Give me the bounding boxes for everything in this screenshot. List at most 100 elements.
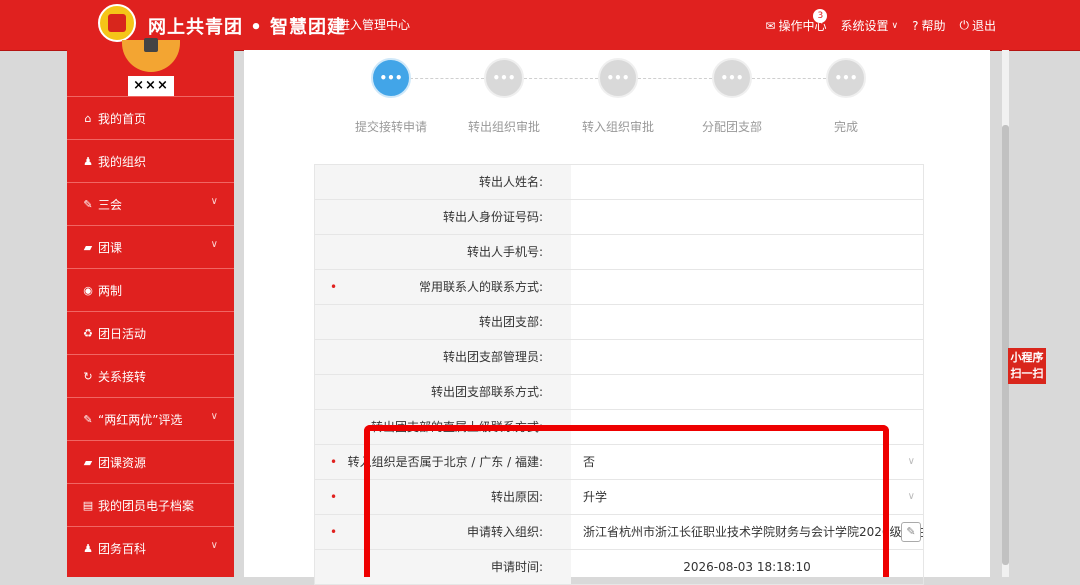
- step-connector: [638, 78, 712, 79]
- sidebar-item-label: 我的组织: [98, 154, 147, 169]
- edit-icon[interactable]: ✎: [901, 522, 921, 542]
- reason-select-value: 升学: [583, 490, 608, 504]
- step-4-label: 分配团支部: [701, 120, 762, 134]
- power-icon: ⏻: [959, 18, 969, 32]
- sidebar-item-relation-transfer[interactable]: ↻ 关系接转: [67, 354, 234, 397]
- target-org-field[interactable]: 浙江省杭州市浙江长征职业技术学院财务与会计学院2026级新生团 ✎: [571, 515, 923, 549]
- chevron-down-icon: ∨: [891, 20, 899, 31]
- target-org-value: 浙江省杭州市浙江长征职业技术学院财务与会计学院2026级新生团: [583, 525, 923, 539]
- required-marker: •: [330, 455, 338, 469]
- region-select-value: 否: [583, 455, 596, 469]
- form-row-id-number: 转出人身份证号码:: [315, 200, 923, 235]
- league-logo-icon[interactable]: [98, 4, 136, 42]
- chevron-down-icon: ∨: [210, 196, 218, 207]
- field-label: 转出团支部:: [315, 305, 571, 339]
- form-row-phone: 转出人手机号:: [315, 235, 923, 270]
- apply-time-value: 2026-08-03 18:18:10: [683, 560, 811, 574]
- step-5-label: 完成: [833, 120, 858, 134]
- edit-icon: ✎: [83, 197, 93, 211]
- sidebar: ××× ⌂ 我的首页 ♟ 我的组织 ✎ 三会 ∨ ▰ 团课 ∨ ◉ 两制 ♻ 团日活动 ↻ 关系接…: [67, 38, 234, 577]
- required-marker: •: [330, 490, 338, 504]
- logout-link[interactable]: ⏻ 退出: [959, 17, 996, 34]
- field-label: 转出团支部管理员:: [315, 340, 571, 374]
- help-label: 帮助: [921, 19, 946, 33]
- sidebar-item-my-org[interactable]: ♟ 我的组织: [67, 139, 234, 182]
- scrollbar-thumb[interactable]: [1002, 125, 1009, 565]
- transfer-form: 转出人姓名: 转出人身份证号码: 转出人手机号: • 常用联系人的联系方式: 转出…: [314, 164, 924, 585]
- chevron-down-icon: ∨: [210, 411, 218, 422]
- step-connector: [524, 78, 598, 79]
- refresh-icon: ↻: [83, 369, 93, 383]
- chevron-down-icon: ∨: [210, 540, 218, 551]
- ops-center-link[interactable]: ✉ 操作中心 3: [765, 9, 828, 34]
- site-title[interactable]: 网上共青团 • 智慧团建: [148, 13, 346, 39]
- sidebar-item-label: 团务百科: [98, 541, 147, 556]
- avatar[interactable]: [122, 38, 180, 72]
- step-connector: [752, 78, 826, 79]
- form-row-reason: • 转出原因: 升学 ∨: [315, 480, 923, 515]
- edit-icon: ✎: [83, 412, 93, 426]
- sidebar-item-two-systems[interactable]: ◉ 两制: [67, 268, 234, 311]
- file-icon: ▤: [82, 498, 94, 512]
- logout-label: 退出: [971, 19, 996, 33]
- group-icon: ♟: [83, 541, 93, 555]
- id-number-value: [571, 200, 923, 234]
- step-4-icon: •••: [712, 58, 752, 98]
- settings-label: 系统设置: [840, 19, 889, 33]
- admin-center-link[interactable]: 进入管理中心: [338, 16, 410, 33]
- sidebar-item-home[interactable]: ⌂ 我的首页: [67, 96, 234, 139]
- phone-value: [571, 235, 923, 269]
- sidebar-item-label: “两红两优”评选: [98, 412, 183, 427]
- field-label-text: 转出原因:: [490, 490, 543, 504]
- sidebar-item-league-class[interactable]: ▰ 团课 ∨: [67, 225, 234, 268]
- sidebar-item-label: 团课: [98, 240, 123, 255]
- username: ×××: [128, 76, 174, 96]
- form-row-target-org: • 申请转入组织: 浙江省杭州市浙江长征职业技术学院财务与会计学院2026级新生团…: [315, 515, 923, 550]
- contact-input[interactable]: [571, 270, 923, 304]
- sidebar-item-label: 三会: [98, 197, 123, 212]
- step-connector: [410, 78, 484, 79]
- sidebar-item-label: 两制: [98, 283, 123, 298]
- form-row-apply-time: 申请时间: 2026-08-03 18:18:10: [315, 550, 923, 585]
- group-icon: ♟: [83, 154, 93, 168]
- sidebar-item-three-meetings[interactable]: ✎ 三会 ∨: [67, 182, 234, 225]
- sidebar-item-selection[interactable]: ✎ “两红两优”评选 ∨: [67, 397, 234, 440]
- chevron-down-icon: ∨: [210, 239, 218, 250]
- form-row-contact: • 常用联系人的联系方式:: [315, 270, 923, 305]
- sidebar-item-archive[interactable]: ▤ 我的团员电子档案: [67, 483, 234, 526]
- field-label: 转出团支部联系方式:: [315, 375, 571, 409]
- field-label: 转出人姓名:: [315, 165, 571, 199]
- branch-admin-value: [571, 340, 923, 374]
- mini-program-button[interactable]: 小程序 扫一扫: [1008, 348, 1046, 384]
- help-icon: ?: [912, 18, 919, 33]
- field-label-text: 常用联系人的联系方式:: [418, 280, 543, 294]
- step-2-label: 转出组织审批: [467, 120, 540, 134]
- field-label-text: 转入组织是否属于北京 / 广东 / 福建:: [347, 455, 543, 469]
- field-label: 申请时间:: [315, 550, 571, 584]
- circle-dot-icon: ◉: [83, 283, 93, 297]
- sidebar-menu: ⌂ 我的首页 ♟ 我的组织 ✎ 三会 ∨ ▰ 团课 ∨ ◉ 两制 ♻ 团日活动 ↻ 关系接转 ✎ “…: [67, 96, 234, 569]
- help-link[interactable]: ? 帮助: [912, 17, 945, 34]
- field-label-required: • 转入组织是否属于北京 / 广东 / 福建:: [315, 445, 571, 479]
- region-select[interactable]: 否 ∨: [571, 445, 923, 479]
- field-label-required: • 申请转入组织:: [315, 515, 571, 549]
- branch-value: [571, 305, 923, 339]
- form-row-branch-admin: 转出团支部管理员:: [315, 340, 923, 375]
- step-5-icon: •••: [826, 58, 866, 98]
- settings-menu[interactable]: 系统设置 ∨: [840, 17, 898, 34]
- sidebar-item-label: 关系接转: [98, 369, 147, 384]
- recycle-icon: ♻: [83, 326, 93, 340]
- folder-icon: ▰: [83, 455, 93, 469]
- step-3-label: 转入组织审批: [581, 120, 654, 134]
- sidebar-item-encyclopedia[interactable]: ♟ 团务百科 ∨: [67, 526, 234, 569]
- sidebar-item-label: 团课资源: [98, 455, 147, 470]
- step-1-label: 提交接转申请: [354, 120, 427, 134]
- superior-contact-value: [571, 410, 923, 444]
- home-icon: ⌂: [84, 111, 92, 125]
- form-row-name: 转出人姓名:: [315, 165, 923, 200]
- sidebar-item-league-day[interactable]: ♻ 团日活动: [67, 311, 234, 354]
- branch-contact-value: [571, 375, 923, 409]
- sidebar-item-resources[interactable]: ▰ 团课资源: [67, 440, 234, 483]
- reason-select[interactable]: 升学 ∨: [571, 480, 923, 514]
- field-label: 转出人手机号:: [315, 235, 571, 269]
